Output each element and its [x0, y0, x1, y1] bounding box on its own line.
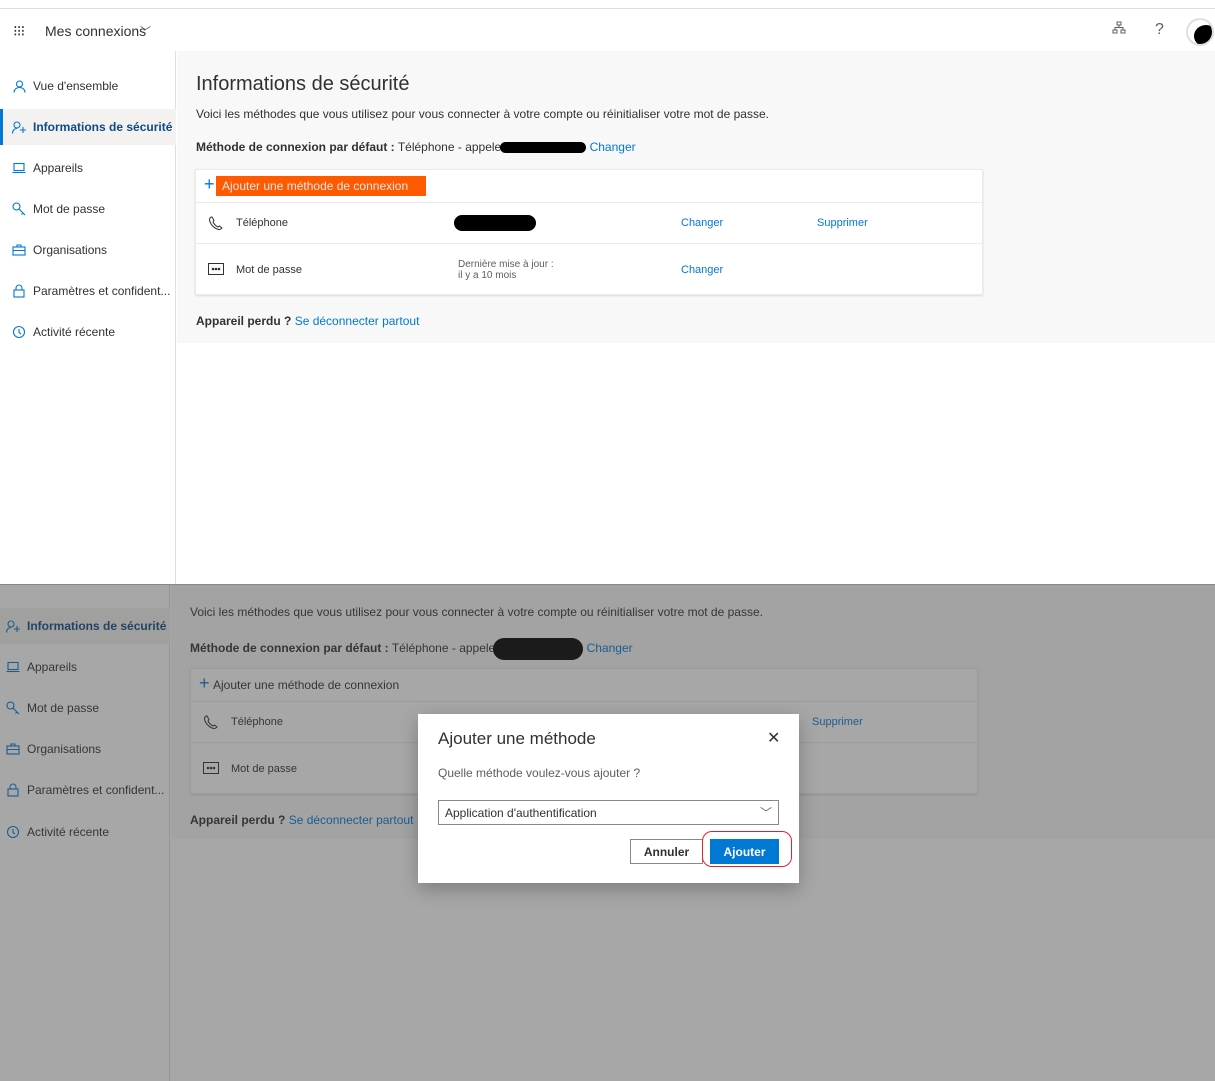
- key-icon: [11, 201, 27, 217]
- sidebar-item-password[interactable]: Mot de passe: [0, 191, 176, 227]
- redaction-mark: [454, 215, 536, 231]
- password-dots-icon: [208, 263, 224, 278]
- top-bar: ⁝⁝⁝ Mes connexions ﹀ ?: [0, 8, 1215, 50]
- sidebar-item-overview[interactable]: Vue d'ensemble: [0, 68, 176, 104]
- last-updated-label: Dernière mise à jour :: [458, 259, 554, 270]
- laptop-icon: [11, 160, 27, 176]
- app-launcher-icon[interactable]: ⁝⁝⁝: [13, 22, 25, 40]
- last-updated-value: il y a 10 mois: [458, 270, 517, 281]
- sidebar-item-label: Activité récente: [33, 325, 116, 339]
- help-icon[interactable]: ?: [1155, 21, 1164, 39]
- methods-card: + Ajouter une méthode de connexion Télép…: [195, 169, 983, 295]
- screenshot-dialog-view: Informations de sécurité Appareils Mot d…: [0, 585, 1215, 1081]
- main-content: Informations de sécurité Voici les métho…: [177, 51, 1215, 343]
- change-phone-link[interactable]: Changer: [681, 217, 723, 229]
- sidebar: Vue d'ensemble Informations de sécurité …: [0, 51, 176, 585]
- chevron-down-icon[interactable]: ﹀: [140, 23, 151, 39]
- add-method-row[interactable]: + Ajouter une méthode de connexion: [196, 170, 982, 203]
- page-title: Informations de sécurité: [196, 73, 410, 95]
- sidebar-item-label: Organisations: [33, 243, 108, 257]
- sidebar-item-label: Vue d'ensemble: [33, 79, 119, 93]
- sidebar-item-label: Appareils: [33, 161, 84, 175]
- method-row-password: Mot de passe Dernière mise à jour : il y…: [196, 244, 982, 296]
- redaction-mark: [500, 142, 587, 154]
- lock-icon: [11, 283, 27, 299]
- sidebar-item-organizations[interactable]: Organisations: [0, 232, 176, 268]
- lost-device-label: Appareil perdu ?: [196, 314, 292, 328]
- person-icon: [11, 78, 27, 94]
- briefcase-icon: [11, 242, 27, 258]
- sidebar-item-label: Paramètres et confident...: [33, 284, 171, 298]
- method-select[interactable]: Application d'authentification ﹀: [438, 800, 779, 825]
- sidebar-item-label: Mot de passe: [33, 202, 106, 216]
- selected-method: Application d'authentification: [445, 806, 597, 820]
- chevron-down-icon: ﹀: [759, 806, 772, 820]
- sign-out-everywhere-link[interactable]: Se déconnecter partout: [295, 314, 420, 328]
- sidebar-item-devices[interactable]: Appareils: [0, 150, 176, 186]
- delete-phone-link[interactable]: Supprimer: [817, 217, 868, 229]
- organization-icon[interactable]: [1112, 21, 1126, 40]
- last-updated-info: Dernière mise à jour : il y a 10 mois: [458, 259, 554, 281]
- method-name: Téléphone: [236, 217, 288, 229]
- add-button[interactable]: Ajouter: [710, 839, 779, 864]
- add-method-link[interactable]: Ajouter une méthode de connexion: [216, 176, 427, 196]
- change-password-link[interactable]: Changer: [681, 264, 723, 276]
- security-info-icon: [11, 119, 27, 135]
- dialog-title: Ajouter une méthode: [438, 729, 596, 748]
- default-method: Méthode de connexion par défaut : Téléph…: [196, 140, 636, 154]
- sidebar-item-security[interactable]: Informations de sécurité: [0, 109, 176, 145]
- app-name[interactable]: Mes connexions: [45, 23, 146, 39]
- history-icon: [11, 324, 27, 340]
- sidebar-item-privacy[interactable]: Paramètres et confident...: [0, 273, 176, 309]
- sidebar-item-recent-activity[interactable]: Activité récente: [0, 314, 176, 350]
- avatar[interactable]: [1186, 18, 1214, 46]
- screenshot-main-view: ⁝⁝⁝ Mes connexions ﹀ ? Vue d'ensemble In…: [0, 0, 1215, 585]
- plus-icon: +: [204, 174, 215, 194]
- page-description: Voici les méthodes que vous utilisez pou…: [196, 107, 769, 121]
- cancel-button[interactable]: Annuler: [630, 839, 703, 864]
- lost-device: Appareil perdu ? Se déconnecter partout: [196, 314, 419, 328]
- sidebar-item-label: Informations de sécurité: [33, 120, 173, 134]
- method-row-phone: Téléphone Changer Supprimer: [196, 203, 982, 244]
- default-method-value: Téléphone - appeler: [397, 140, 506, 154]
- change-default-link[interactable]: Changer: [590, 140, 636, 154]
- phone-icon: [208, 216, 224, 233]
- default-method-label: Méthode de connexion par défaut :: [196, 140, 395, 154]
- close-icon[interactable]: ✕: [767, 728, 780, 748]
- dialog-question: Quelle méthode voulez-vous ajouter ?: [438, 766, 641, 780]
- add-method-dialog: Ajouter une méthode ✕ Quelle méthode vou…: [418, 714, 799, 883]
- method-name: Mot de passe: [236, 264, 303, 276]
